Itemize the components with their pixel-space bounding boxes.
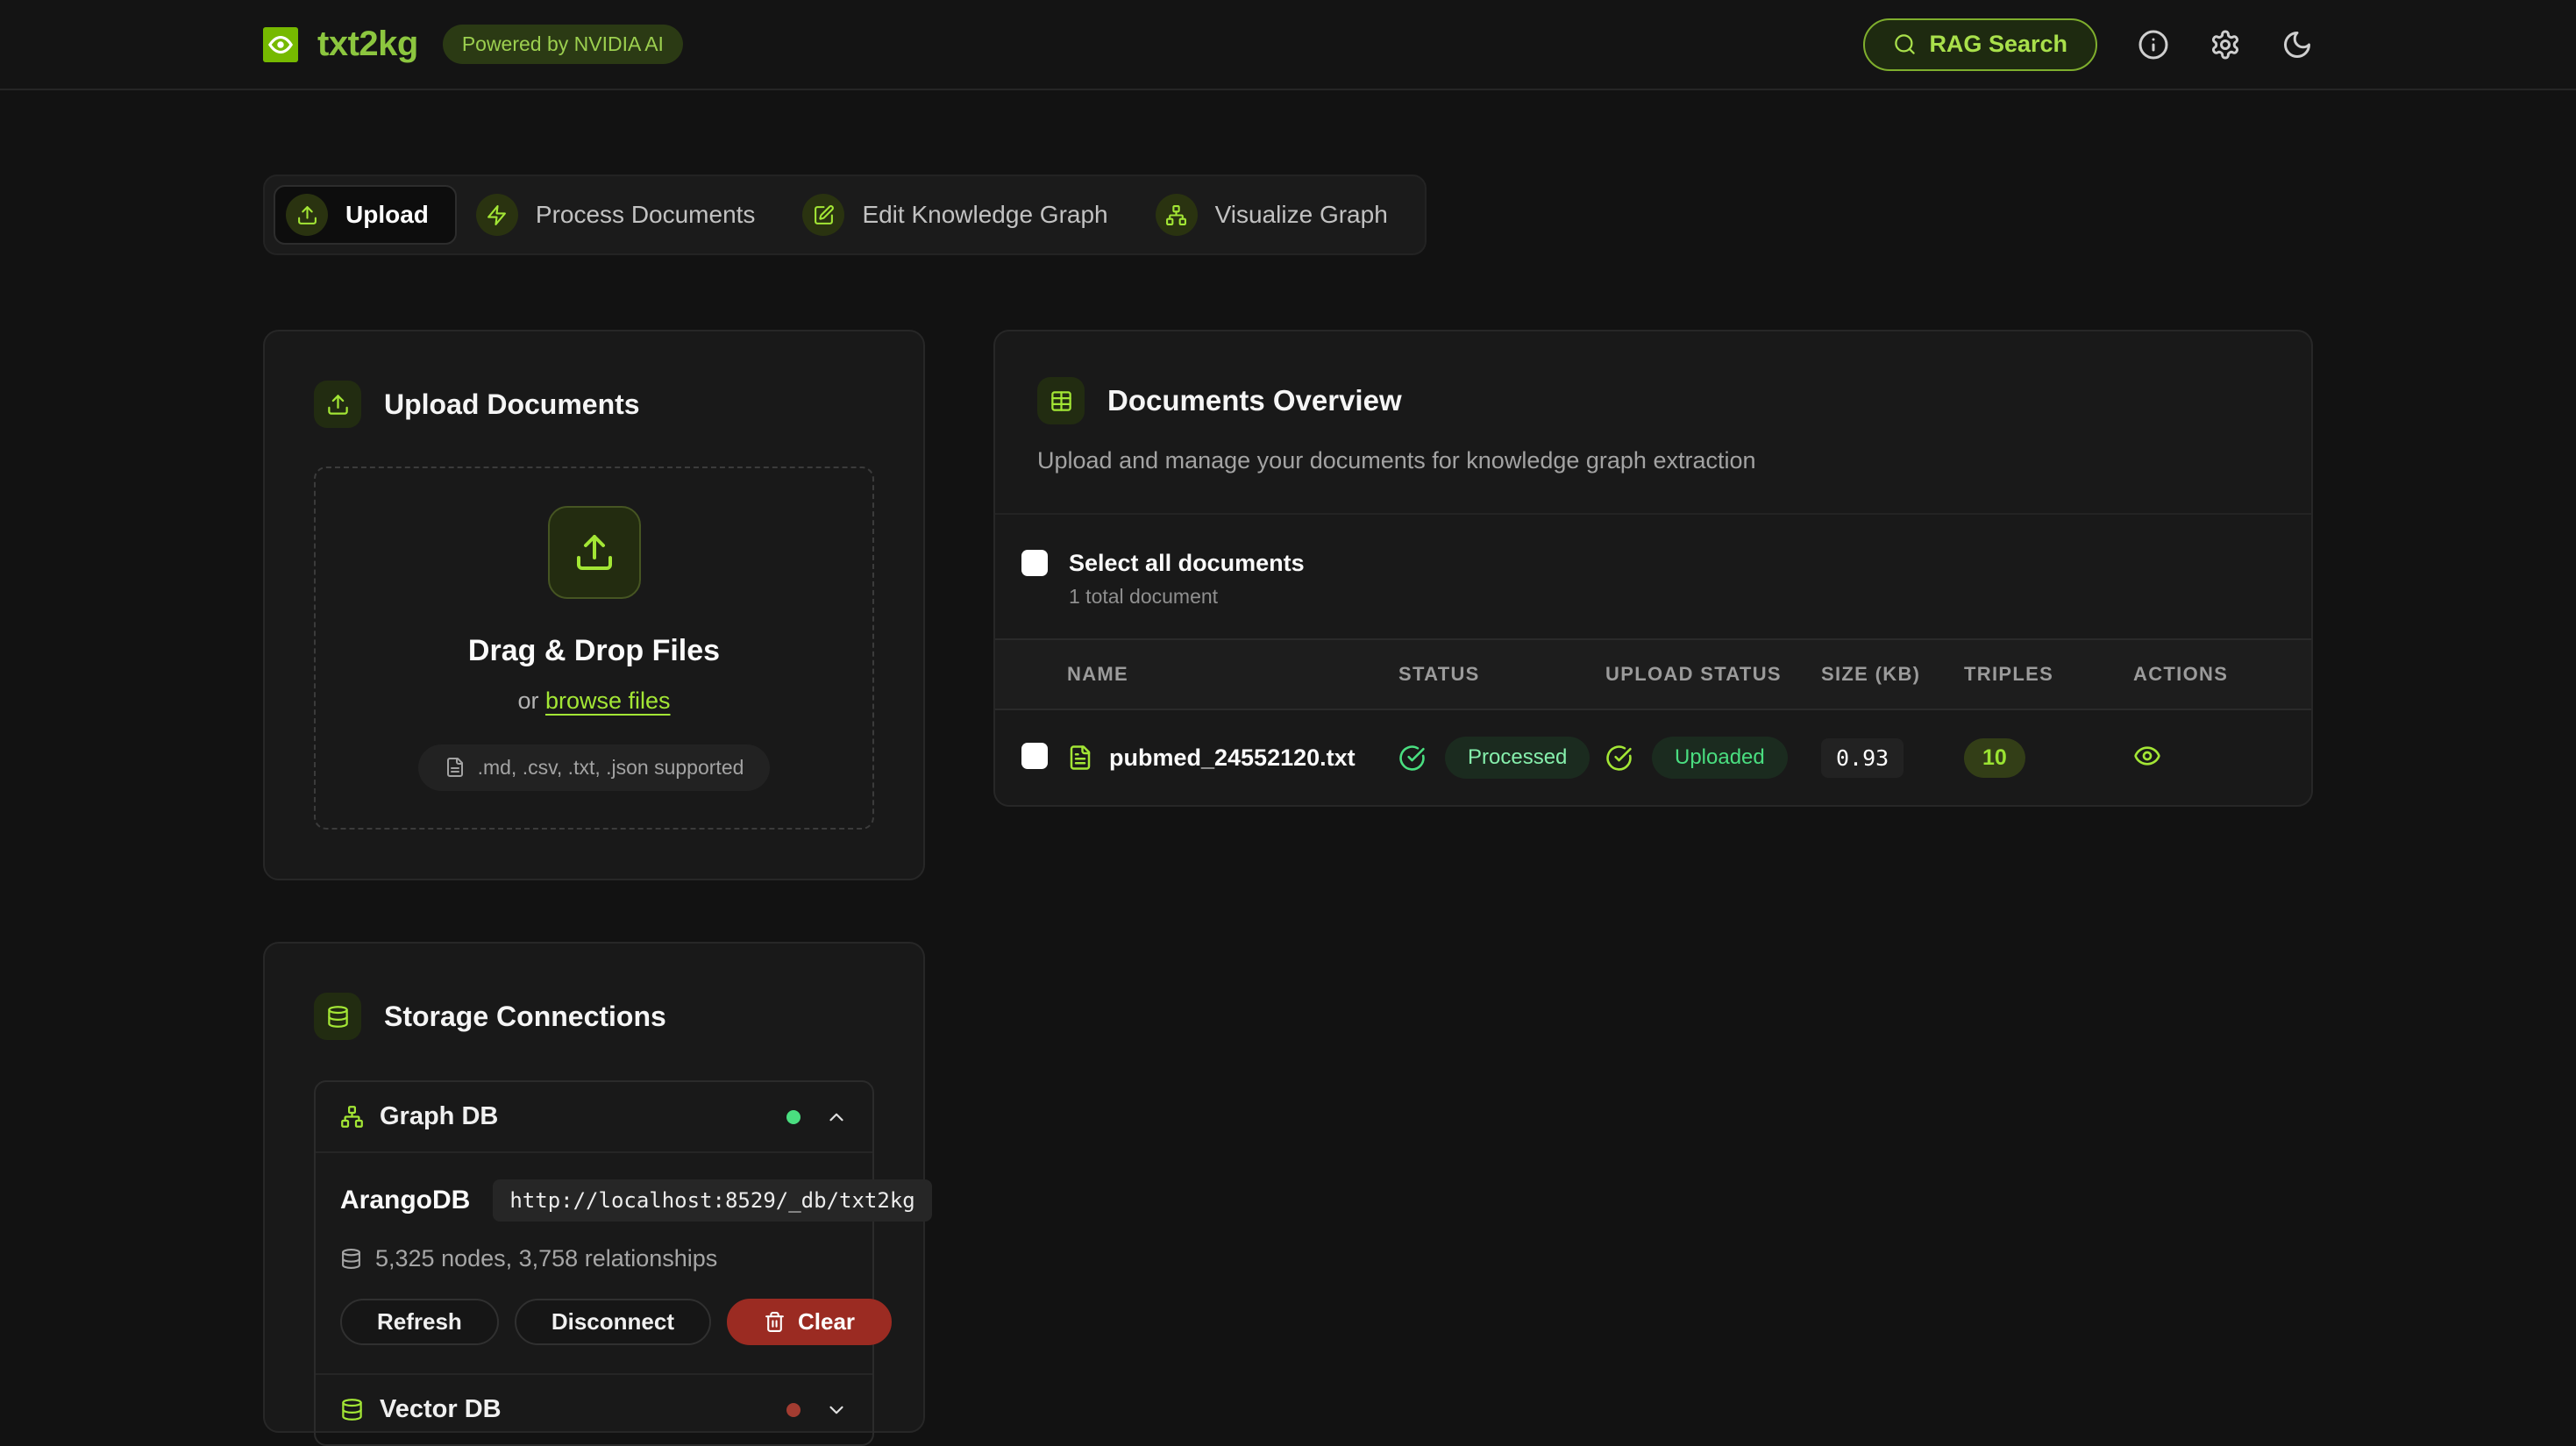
main-content: Upload Process Documents Edit Knowledge … — [0, 90, 2576, 1433]
moon-icon — [2281, 29, 2313, 61]
refresh-button[interactable]: Refresh — [340, 1299, 499, 1345]
column-triples: TRIPLES — [1964, 639, 2133, 709]
column-status: STATUS — [1398, 639, 1605, 709]
header-checkbox-spacer — [995, 639, 1067, 709]
select-all-label: Select all documents — [1069, 550, 1305, 577]
upload-documents-card: Upload Documents Drag & Drop Files or br… — [263, 330, 925, 880]
upload-status-badge: Uploaded — [1652, 737, 1788, 779]
tab-process-documents[interactable]: Process Documents — [464, 185, 784, 245]
triples-count-badge: 10 — [1964, 738, 2025, 778]
documents-overview-card: Documents Overview Upload and manage you… — [993, 330, 2313, 807]
supported-formats-pill: .md, .csv, .txt, .json supported — [418, 744, 771, 791]
app-title: txt2kg — [317, 25, 418, 64]
info-icon — [2138, 29, 2169, 61]
db-connection-url: http://localhost:8529/_db/txt2kg — [493, 1179, 931, 1222]
tab-edit-knowledge-graph[interactable]: Edit Knowledge Graph — [790, 185, 1135, 245]
documents-table: NAME STATUS UPLOAD STATUS SIZE (KB) TRIP… — [995, 638, 2311, 805]
vector-db-label: Vector DB — [380, 1395, 502, 1424]
trash-icon — [764, 1311, 786, 1333]
disconnect-button[interactable]: Disconnect — [515, 1299, 711, 1345]
graph-db-stats: 5,325 nodes, 3,758 relationships — [340, 1245, 848, 1272]
column-actions: ACTIONS — [2133, 639, 2311, 709]
select-all-checkbox[interactable] — [1021, 550, 1048, 576]
or-text: or — [517, 687, 538, 714]
theme-toggle-button[interactable] — [2281, 29, 2313, 61]
graph-db-header[interactable]: Graph DB — [316, 1082, 872, 1153]
documents-card-title: Documents Overview — [1107, 384, 1402, 417]
tab-label: Process Documents — [536, 201, 756, 229]
graph-db-stats-text: 5,325 nodes, 3,758 relationships — [375, 1245, 717, 1272]
check-circle-icon — [1605, 744, 1633, 772]
row-checkbox[interactable] — [1021, 743, 1048, 769]
search-icon — [1893, 32, 1917, 56]
column-name: NAME — [1067, 639, 1398, 709]
upload-icon — [314, 381, 361, 428]
workflow-tabs: Upload Process Documents Edit Knowledge … — [263, 175, 1427, 255]
eye-icon — [2133, 742, 2161, 770]
nvidia-logo-icon — [263, 27, 298, 62]
db-connections-panel: Graph DB ArangoDB http://localhost:8529/… — [314, 1080, 874, 1446]
top-navbar: txt2kg Powered by NVIDIA AI RAG Search — [0, 0, 2576, 90]
db-provider-name: ArangoDB — [340, 1186, 470, 1215]
check-circle-icon — [1398, 744, 1426, 772]
storage-card-title: Storage Connections — [384, 1001, 666, 1033]
upload-card-title: Upload Documents — [384, 388, 640, 421]
brand: txt2kg Powered by NVIDIA AI — [263, 25, 683, 64]
size-value: 0.93 — [1821, 738, 1904, 778]
document-name: pubmed_24552120.txt — [1109, 744, 1356, 772]
tab-visualize-graph[interactable]: Visualize Graph — [1143, 185, 1416, 245]
database-icon — [314, 993, 361, 1040]
table-row: pubmed_24552120.txt Processed — [995, 709, 2311, 805]
tab-label: Visualize Graph — [1215, 201, 1388, 229]
browse-files-link[interactable]: browse files — [545, 687, 671, 714]
gear-icon — [2210, 29, 2241, 61]
clear-button-label: Clear — [798, 1308, 855, 1336]
disconnected-status-dot — [786, 1403, 801, 1417]
status-badge: Processed — [1445, 737, 1590, 779]
table-icon — [1037, 377, 1085, 424]
file-dropzone[interactable]: Drag & Drop Files or browse files .md, .… — [314, 467, 874, 830]
tab-upload[interactable]: Upload — [274, 185, 457, 245]
chevron-up-icon — [825, 1106, 848, 1129]
tab-label: Edit Knowledge Graph — [862, 201, 1107, 229]
graph-db-details: ArangoDB http://localhost:8529/_db/txt2k… — [316, 1153, 872, 1373]
table-header-row: NAME STATUS UPLOAD STATUS SIZE (KB) TRIP… — [995, 639, 2311, 709]
rag-search-button[interactable]: RAG Search — [1863, 18, 2097, 71]
zap-icon — [476, 194, 518, 236]
upload-icon — [548, 506, 641, 599]
chevron-down-icon — [825, 1399, 848, 1421]
view-document-button[interactable] — [2133, 742, 2161, 770]
connected-status-dot — [786, 1110, 801, 1124]
database-icon — [340, 1248, 362, 1270]
clear-button[interactable]: Clear — [727, 1299, 892, 1345]
upload-icon — [286, 194, 328, 236]
documents-card-subtitle: Upload and manage your documents for kno… — [1037, 447, 2269, 474]
topbar-actions: RAG Search — [1863, 18, 2313, 71]
drop-title: Drag & Drop Files — [468, 634, 720, 668]
powered-by-badge: Powered by NVIDIA AI — [443, 25, 683, 64]
column-size: SIZE (KB) — [1821, 639, 1964, 709]
file-icon — [445, 757, 466, 778]
total-documents-label: 1 total document — [1069, 585, 1305, 609]
tab-label: Upload — [345, 201, 429, 229]
file-text-icon — [1067, 744, 1093, 771]
network-icon — [340, 1105, 364, 1129]
edit-icon — [802, 194, 844, 236]
vector-db-header[interactable]: Vector DB — [316, 1373, 872, 1444]
settings-button[interactable] — [2210, 29, 2241, 61]
rag-search-label: RAG Search — [1929, 31, 2067, 58]
supported-formats-text: .md, .csv, .txt, .json supported — [478, 756, 744, 780]
graph-db-label: Graph DB — [380, 1102, 498, 1131]
column-upload-status: UPLOAD STATUS — [1605, 639, 1821, 709]
database-icon — [340, 1398, 364, 1421]
network-icon — [1156, 194, 1198, 236]
drop-subtitle: or browse files — [517, 687, 670, 715]
storage-connections-card: Storage Connections Graph DB ArangoDB — [263, 942, 925, 1433]
info-button[interactable] — [2138, 29, 2169, 61]
